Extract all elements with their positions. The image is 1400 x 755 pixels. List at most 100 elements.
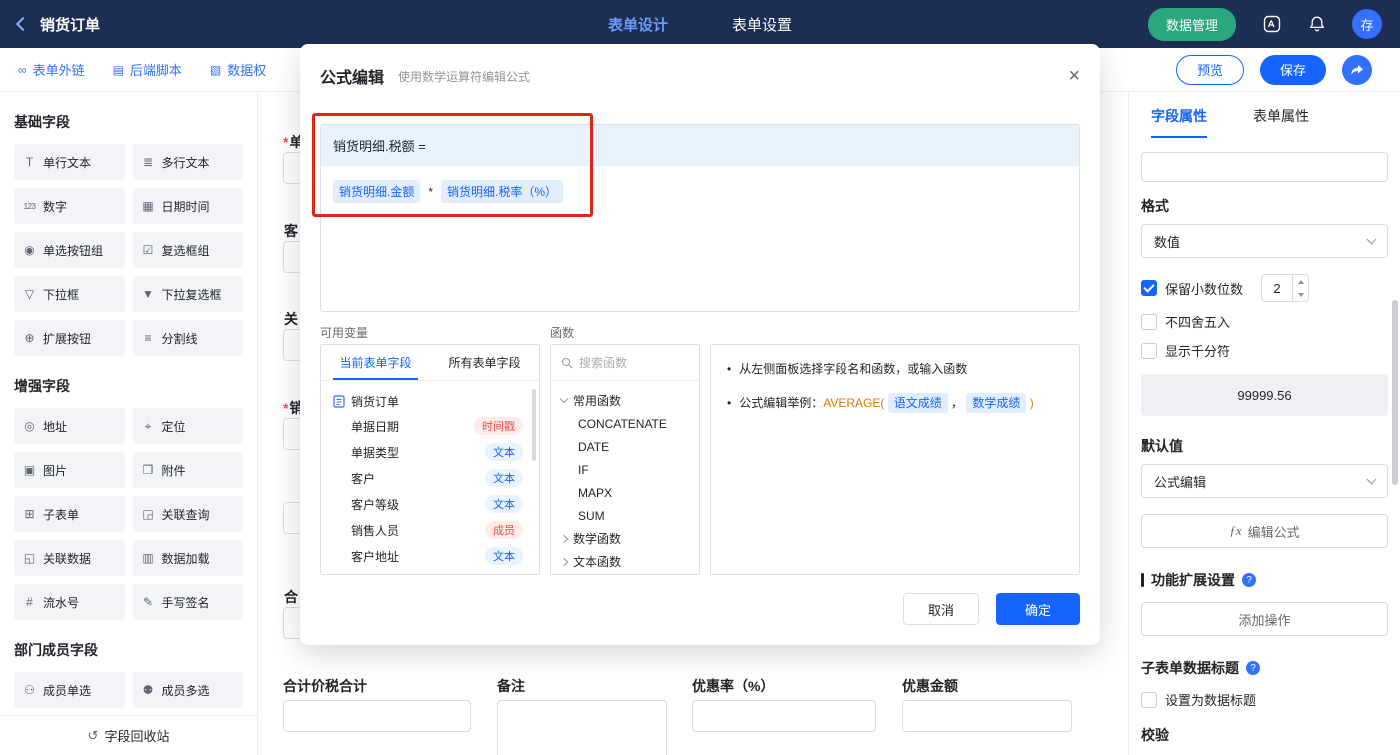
variable-row[interactable]: 单据日期 时间戳 xyxy=(333,413,531,439)
field-item-multi-dropdown[interactable]: ▼ 下拉复选框 xyxy=(132,276,243,312)
tree-root-sales-order[interactable]: 销货订单 xyxy=(333,389,531,413)
formula-token-amount[interactable]: 销货明细.金额 xyxy=(333,180,421,203)
variables-scrollbar[interactable] xyxy=(532,389,536,461)
window-scrollbar[interactable] xyxy=(1392,300,1398,485)
field-item-image[interactable]: ▣ 图片 xyxy=(14,452,125,488)
field-item-address[interactable]: ◎ 地址 xyxy=(14,408,125,444)
form-external-link[interactable]: ∞ 表单外链 xyxy=(18,60,85,79)
no-rounding-row: 不四舍五入 xyxy=(1141,312,1388,331)
stepper-down-button[interactable] xyxy=(1293,288,1308,301)
field-item-extend-button[interactable]: ⊕ 扩展按钮 xyxy=(14,320,125,356)
save-button[interactable]: 保存 xyxy=(1259,54,1326,85)
field-item-data-load[interactable]: ▥ 数据加载 xyxy=(132,540,243,576)
set-data-title-checkbox[interactable] xyxy=(1141,691,1157,708)
variable-row[interactable]: 单据类型 文本 xyxy=(333,439,531,465)
field-item-member-multi[interactable]: ⚉ 成员多选 xyxy=(132,672,243,708)
field-item-location[interactable]: ⌖ 定位 xyxy=(132,408,243,444)
field-item-multi-line-text[interactable]: ≣ 多行文本 xyxy=(132,144,243,180)
field-recycle-bin[interactable]: ↺ 字段回收站 xyxy=(0,715,257,755)
properties-tabs: 字段属性 表单属性 xyxy=(1141,106,1388,138)
decimal-places-checkbox[interactable] xyxy=(1141,280,1157,296)
function-group-text[interactable]: 文本函数 xyxy=(559,550,699,573)
divider-icon: ≡ xyxy=(144,331,152,345)
edit-formula-button[interactable]: ƒx 编辑公式 xyxy=(1141,514,1388,548)
field-item-checkbox-group[interactable]: ☑ 复选框组 xyxy=(132,232,243,268)
data-manage-button[interactable]: 数据管理 xyxy=(1147,7,1236,41)
field-item-label: 日期时间 xyxy=(161,199,210,214)
field-item-label: 复选框组 xyxy=(161,243,210,258)
help-function-name: AVERAGE( xyxy=(823,396,885,410)
field-item-datetime[interactable]: ▦ 日期时间 xyxy=(132,188,243,224)
discount-amount-input[interactable] xyxy=(902,700,1072,732)
no-rounding-checkbox[interactable] xyxy=(1141,313,1157,330)
backend-script-link[interactable]: ▤ 后端脚本 xyxy=(113,60,182,79)
field-item-serial-number[interactable]: # 流水号 xyxy=(14,584,125,620)
variable-row[interactable]: 客户 文本 xyxy=(333,465,531,491)
function-item-concatenate[interactable]: CONCATENATE xyxy=(561,412,699,435)
data-permission-link[interactable]: ▧ 数据权 xyxy=(210,60,266,79)
function-item-mapx[interactable]: MAPX xyxy=(561,481,699,504)
field-item-divider[interactable]: ≡ 分割线 xyxy=(132,320,243,356)
tab-field-properties[interactable]: 字段属性 xyxy=(1151,106,1207,138)
user-avatar[interactable]: 存 xyxy=(1352,9,1382,39)
thousand-separator-checkbox[interactable] xyxy=(1141,342,1157,359)
recycle-bin-label: 字段回收站 xyxy=(104,729,170,744)
function-item-if[interactable]: IF xyxy=(561,458,699,481)
field-item-member-single[interactable]: ⚇ 成员单选 xyxy=(14,672,125,708)
extension-settings-heading: 功能扩展设置 ? xyxy=(1141,570,1388,590)
data-load-icon: ▥ xyxy=(142,551,154,565)
functions-panel: 常用函数 CONCATENATE DATE IF MAPX SUM 数学函数 文… xyxy=(550,344,700,575)
tab-form-settings[interactable]: 表单设置 xyxy=(732,14,792,35)
discount-rate-input[interactable] xyxy=(692,700,876,732)
field-label-text: 关 xyxy=(284,311,298,327)
default-value-select[interactable]: 公式编辑 xyxy=(1141,464,1388,498)
field-item-single-line-text[interactable]: T 单行文本 xyxy=(14,144,125,180)
variable-row[interactable]: 客户地址 文本 xyxy=(333,543,531,569)
variable-name: 销售人员 xyxy=(351,523,400,538)
tab-all-form-fields[interactable]: 所有表单字段 xyxy=(430,345,539,380)
function-search-box xyxy=(551,345,699,381)
help-icon[interactable]: ? xyxy=(1246,661,1260,675)
formula-token-tax-rate[interactable]: 销货明细.税率（%） xyxy=(441,180,564,203)
field-item-attachment[interactable]: ❒ 附件 xyxy=(132,452,243,488)
default-value-label: 默认值 xyxy=(1141,438,1183,454)
function-item-sum[interactable]: SUM xyxy=(561,504,699,527)
tab-form-design[interactable]: 表单设计 xyxy=(608,14,668,35)
help-icon[interactable]: ? xyxy=(1242,573,1256,587)
stepper-up-button[interactable] xyxy=(1293,275,1308,288)
tab-current-form-fields[interactable]: 当前表单字段 xyxy=(321,345,430,380)
function-group-common[interactable]: 常用函数 xyxy=(559,389,699,412)
field-item-radio-group[interactable]: ◉ 单选按钮组 xyxy=(14,232,125,268)
field-item-signature[interactable]: ✎ 手写签名 xyxy=(132,584,243,620)
format-select[interactable]: 数值 xyxy=(1141,224,1388,258)
total-with-tax-input[interactable] xyxy=(283,700,471,732)
decimal-places-value[interactable]: 2 xyxy=(1262,275,1292,301)
preview-button[interactable]: 预览 xyxy=(1175,54,1244,85)
function-search-input[interactable] xyxy=(579,355,679,370)
formula-editor-area[interactable]: 销货明细.税额 = 销货明细.金额 * 销货明细.税率（%） xyxy=(320,124,1080,312)
cancel-button[interactable]: 取消 xyxy=(903,593,979,625)
variable-row[interactable]: 客户等级 文本 xyxy=(333,491,531,517)
field-item-number[interactable]: 123 数字 xyxy=(14,188,125,224)
function-item-date[interactable]: DATE xyxy=(561,435,699,458)
radio-icon: ◉ xyxy=(24,243,35,257)
field-item-dropdown[interactable]: ▽ 下拉框 xyxy=(14,276,125,312)
tab-form-properties[interactable]: 表单属性 xyxy=(1253,106,1309,138)
close-icon[interactable]: × xyxy=(1068,66,1080,86)
add-action-button[interactable]: 添加操作 xyxy=(1141,602,1388,636)
function-group-math[interactable]: 数学函数 xyxy=(559,527,699,550)
remark-input[interactable] xyxy=(497,700,667,755)
toolbar-right: 预览 保存 xyxy=(1175,54,1400,85)
notification-bell-icon[interactable] xyxy=(1308,15,1326,33)
share-button[interactable] xyxy=(1342,54,1372,85)
field-item-linked-query[interactable]: ◲ 关联查询 xyxy=(132,496,243,532)
confirm-button[interactable]: 确定 xyxy=(996,593,1080,625)
variable-row[interactable]: 销售人员 成员 xyxy=(333,517,531,543)
field-item-label: 下拉复选框 xyxy=(161,287,222,302)
variables-tree: 销货订单 单据日期 时间戳 单据类型 文本 客户 文本 客户等级 文本 销售人员 成员 客… xyxy=(321,381,539,569)
field-item-subform[interactable]: ⊞ 子表单 xyxy=(14,496,125,532)
field-title-input[interactable] xyxy=(1141,152,1388,182)
translate-icon[interactable] xyxy=(1262,14,1282,34)
field-item-linked-data[interactable]: ◱ 关联数据 xyxy=(14,540,125,576)
arrow-up-icon xyxy=(1297,279,1304,284)
